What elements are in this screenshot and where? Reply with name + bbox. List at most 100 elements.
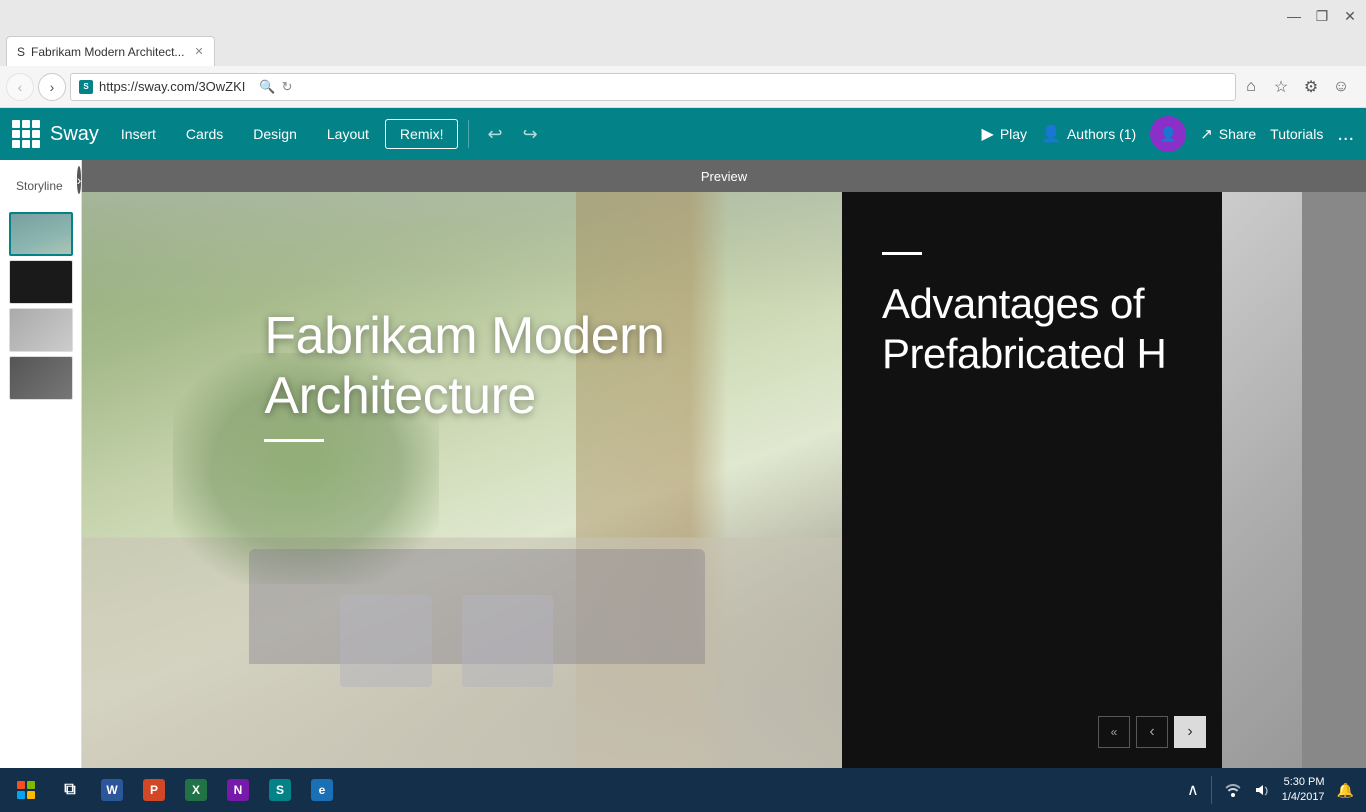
taskbar-excel[interactable]: X xyxy=(176,770,216,810)
storyline-card-1[interactable] xyxy=(9,212,73,256)
minimize-button[interactable]: — xyxy=(1286,8,1302,24)
taskbar-time-value: 5:30 PM xyxy=(1282,775,1325,790)
authors-icon: 👤 xyxy=(1041,124,1061,144)
slide-2-line xyxy=(882,252,922,255)
nav-arrows: « ‹ › xyxy=(1098,716,1206,748)
toolbar-icons: ⌂ ☆ ⚙ ☺ xyxy=(1240,76,1360,98)
slide-2-content: Advantages of Prefabricated H xyxy=(882,252,1182,380)
windows-logo xyxy=(17,781,35,799)
maximize-button[interactable]: ❐ xyxy=(1314,8,1330,24)
taskbar-clock[interactable]: 5:30 PM 1/4/2017 xyxy=(1282,775,1325,806)
sway-logo[interactable]: Sway xyxy=(50,123,99,146)
tab-favicon: S xyxy=(17,45,25,59)
menu-layout[interactable]: Layout xyxy=(313,120,383,148)
menu-design[interactable]: Design xyxy=(239,120,311,148)
play-button[interactable]: ▶ Play xyxy=(982,124,1028,144)
share-icon: ↗ xyxy=(1200,125,1213,143)
nav-prev-button[interactable]: ‹ xyxy=(1136,716,1168,748)
preview-slides: Fabrikam Modern Architecture Advantages … xyxy=(82,192,1366,768)
app-launcher-icon[interactable] xyxy=(12,120,40,148)
share-button[interactable]: ↗ Share xyxy=(1200,125,1256,143)
slide-1-title-line1: Fabrikam Modern xyxy=(264,307,664,367)
sway-menu: Insert Cards Design Layout Remix! ↩ ↪ xyxy=(107,119,982,149)
storyline-toggle[interactable]: › xyxy=(77,166,82,194)
tab-bar: S Fabrikam Modern Architect... ✕ xyxy=(0,32,1366,66)
remix-button[interactable]: Remix! xyxy=(385,119,459,149)
forward-button[interactable]: › xyxy=(38,73,66,101)
preview-area-outer: Preview Fabrikam Moder xyxy=(82,160,1366,768)
address-bar[interactable]: S https://sway.com/3OwZKI 🔍 ↻ xyxy=(70,73,1236,101)
menu-cards[interactable]: Cards xyxy=(172,120,237,148)
storyline-card-2[interactable] xyxy=(9,260,73,304)
storyline-card-3[interactable] xyxy=(9,308,73,352)
notification-chevron[interactable]: ∧ xyxy=(1187,780,1199,800)
excel-icon: X xyxy=(185,779,207,801)
taskbar-word[interactable]: W xyxy=(92,770,132,810)
preview-label: Preview xyxy=(701,169,747,184)
sway-content: Storyline › xyxy=(0,160,1366,768)
storyline-cards xyxy=(0,208,81,768)
sway-taskbar-icon: S xyxy=(269,779,291,801)
slide-1-title: Fabrikam Modern Architecture xyxy=(264,307,664,427)
play-icon: ▶ xyxy=(982,124,994,144)
browser-tab[interactable]: S Fabrikam Modern Architect... ✕ xyxy=(6,36,215,66)
authors-button[interactable]: 👤 Authors (1) xyxy=(1041,124,1136,144)
task-view-icon: ⧉ xyxy=(59,779,81,801)
browser-titlebar: — ❐ ✕ xyxy=(0,0,1366,32)
slide-1: Fabrikam Modern Architecture xyxy=(82,192,842,768)
taskbar-divider xyxy=(1211,776,1212,804)
word-icon: W xyxy=(101,779,123,801)
favorites-icon[interactable]: ☆ xyxy=(1270,76,1292,98)
storyline-sidebar: Storyline › xyxy=(0,160,82,768)
sway-toolbar: Sway Insert Cards Design Layout Remix! ↩… xyxy=(0,108,1366,160)
tab-close-button[interactable]: ✕ xyxy=(194,45,203,58)
play-label: Play xyxy=(1000,126,1027,142)
powerpoint-icon: P xyxy=(143,779,165,801)
taskbar-onenote[interactable]: N xyxy=(218,770,258,810)
back-button[interactable]: ‹ xyxy=(6,73,34,101)
storyline-label: Storyline xyxy=(8,169,71,199)
onenote-icon: N xyxy=(227,779,249,801)
task-view-button[interactable]: ⧉ xyxy=(50,770,90,810)
user-avatar[interactable]: 👤 xyxy=(1150,116,1186,152)
taskbar-right: ∧ 5:30 PM 1/4/2017 🔔 xyxy=(1187,775,1362,806)
slide-1-underline xyxy=(264,439,324,442)
notifications-icon[interactable]: 🔔 xyxy=(1337,782,1354,799)
undo-button[interactable]: ↩ xyxy=(479,120,510,149)
redo-button[interactable]: ↪ xyxy=(515,120,546,149)
tab-title: Fabrikam Modern Architect... xyxy=(31,45,184,59)
toolbar-right: ▶ Play 👤 Authors (1) 👤 ↗ Share Tutorials… xyxy=(982,116,1355,152)
network-icon[interactable] xyxy=(1224,783,1242,797)
emoji-icon[interactable]: ☺ xyxy=(1330,76,1352,98)
close-button[interactable]: ✕ xyxy=(1342,8,1358,24)
slide-1-title-line2: Architecture xyxy=(264,367,664,427)
slide-2-title: Advantages of Prefabricated H xyxy=(882,279,1182,380)
slide-1-background xyxy=(82,192,842,768)
ie-icon: e xyxy=(311,779,333,801)
home-icon[interactable]: ⌂ xyxy=(1240,76,1262,98)
nav-first-button[interactable]: « xyxy=(1098,716,1130,748)
start-button[interactable] xyxy=(4,768,48,812)
slide-2: Advantages of Prefabricated H « ‹ › xyxy=(842,192,1222,768)
more-options-button[interactable]: ... xyxy=(1337,123,1354,146)
slide-3-inner xyxy=(1222,192,1302,768)
sway-app: Sway Insert Cards Design Layout Remix! ↩… xyxy=(0,108,1366,768)
volume-icon[interactable] xyxy=(1254,783,1270,797)
toolbar-divider xyxy=(468,120,469,148)
menu-insert[interactable]: Insert xyxy=(107,120,170,148)
slide-3-partial xyxy=(1222,192,1302,768)
storyline-card-4[interactable] xyxy=(9,356,73,400)
taskbar-powerpoint[interactable]: P xyxy=(134,770,174,810)
nav-next-button[interactable]: › xyxy=(1174,716,1206,748)
taskbar-date-value: 1/4/2017 xyxy=(1282,790,1325,805)
taskbar-ie[interactable]: e xyxy=(302,770,342,810)
taskbar-sway[interactable]: S xyxy=(260,770,300,810)
settings-icon[interactable]: ⚙ xyxy=(1300,76,1322,98)
address-url: https://sway.com/3OwZKI xyxy=(99,79,245,94)
search-icon[interactable]: 🔍 xyxy=(259,79,275,95)
address-favicon: S xyxy=(79,80,93,94)
preview-topbar: Preview xyxy=(82,160,1366,192)
slide-1-text: Fabrikam Modern Architecture xyxy=(264,307,664,442)
refresh-icon[interactable]: ↻ xyxy=(282,79,293,95)
tutorials-button[interactable]: Tutorials xyxy=(1270,126,1323,142)
